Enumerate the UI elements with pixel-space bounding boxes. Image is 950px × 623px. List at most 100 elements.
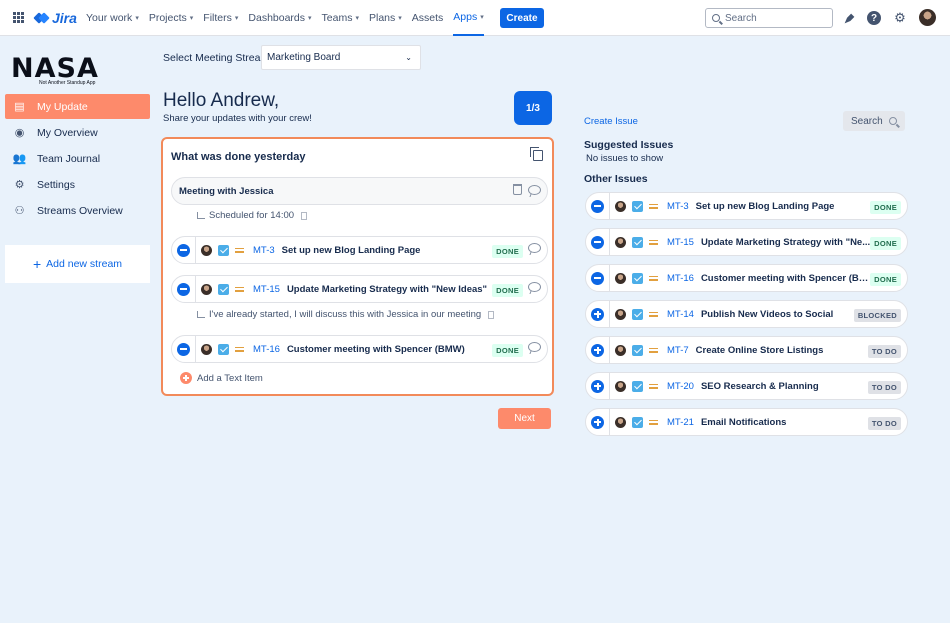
comment-icon[interactable] xyxy=(528,184,541,195)
issue-key[interactable]: MT-15 xyxy=(253,284,280,295)
remove-issue-icon[interactable] xyxy=(591,199,604,213)
chevron-down-icon: ▾ xyxy=(480,14,484,21)
copy-icon[interactable] xyxy=(530,147,543,161)
priority-medium-icon xyxy=(649,310,658,319)
issue-key[interactable]: MT-21 xyxy=(667,417,694,428)
priority-medium-icon xyxy=(649,202,658,211)
issue-row[interactable]: MT-15 Update Marketing Strategy with "New… xyxy=(171,275,548,303)
status-badge: BLOCKED xyxy=(853,309,901,322)
row-divider xyxy=(609,372,610,400)
nav-item-teams[interactable]: Teams ▾ xyxy=(322,0,359,36)
status-badge: DONE xyxy=(492,284,523,297)
sidebar-item-team-journal[interactable]: 👥 Team Journal xyxy=(5,146,150,171)
issue-row[interactable]: MT-20 SEO Research & Planning TO DO xyxy=(585,372,908,400)
row-actions xyxy=(528,282,541,292)
issue-key[interactable]: MT-15 xyxy=(667,237,694,248)
card-title: What was done yesterday xyxy=(171,151,306,163)
sidebar-item-settings[interactable]: ⚙ Settings xyxy=(5,172,150,197)
sidebar-item-streams-overview[interactable]: ⚇ Streams Overview xyxy=(5,198,150,223)
comment-icon[interactable] xyxy=(528,243,541,253)
issue-row[interactable]: MT-14 Publish New Videos to Social BLOCKED xyxy=(585,300,908,328)
issue-key[interactable]: MT-16 xyxy=(253,344,280,355)
remove-issue-icon[interactable] xyxy=(177,282,190,296)
chevron-down-icon: ⌄ xyxy=(405,53,412,62)
hierarchy-icon: ⚇ xyxy=(14,205,25,217)
issue-note: I've already started, I will discuss thi… xyxy=(197,309,495,320)
issue-row[interactable]: MT-15 Update Marketing Strategy with "Ne.… xyxy=(585,228,908,256)
chevron-down-icon: ▾ xyxy=(189,15,194,22)
nav-item-projects[interactable]: Projects ▾ xyxy=(149,0,193,36)
issue-key[interactable]: MT-20 xyxy=(667,381,694,392)
issue-key[interactable]: MT-3 xyxy=(253,245,275,256)
remove-issue-icon[interactable] xyxy=(177,342,190,356)
trash-icon[interactable] xyxy=(301,211,308,220)
notifications-icon[interactable] xyxy=(842,11,856,25)
sidebar-item-my-update[interactable]: ▤ My Update xyxy=(5,94,150,119)
remove-issue-icon[interactable] xyxy=(591,271,604,285)
add-text-item-button[interactable]: Add a Text Item xyxy=(180,372,263,384)
priority-medium-icon xyxy=(649,346,658,355)
issue-summary: Update Marketing Strategy with "New Idea… xyxy=(286,283,488,295)
add-issue-icon[interactable] xyxy=(591,343,604,357)
next-button[interactable]: Next xyxy=(498,408,551,429)
add-issue-icon[interactable] xyxy=(591,415,604,429)
nav-item-filters[interactable]: Filters ▾ xyxy=(203,0,238,36)
issue-key[interactable]: MT-7 xyxy=(667,345,689,356)
gear-icon: ⚙ xyxy=(14,179,25,191)
text-item-row[interactable]: Meeting with Jessica xyxy=(171,177,548,205)
issue-key[interactable]: MT-14 xyxy=(667,309,694,320)
priority-medium-icon xyxy=(649,382,658,391)
global-search-input[interactable]: Search xyxy=(705,8,833,28)
nav-item-dashboards[interactable]: Dashboards ▾ xyxy=(248,0,311,36)
issue-key[interactable]: MT-16 xyxy=(667,273,694,284)
user-avatar[interactable] xyxy=(919,9,936,26)
nav-item-your-work[interactable]: Your work ▾ xyxy=(86,0,139,36)
suggested-empty-text: No issues to show xyxy=(586,153,664,164)
remove-issue-icon[interactable] xyxy=(177,243,190,257)
add-issue-icon[interactable] xyxy=(591,307,604,321)
note-text: I've already started, I will discuss thi… xyxy=(209,309,482,320)
reply-arrow-icon xyxy=(197,212,205,219)
nav-item-label: Projects xyxy=(148,12,187,24)
issue-row[interactable]: MT-3 Set up new Blog Landing Page DONE xyxy=(585,192,908,220)
comment-icon[interactable] xyxy=(528,342,541,352)
logo-text: NASA xyxy=(11,53,99,84)
trash-icon[interactable] xyxy=(513,184,522,195)
comment-icon[interactable] xyxy=(528,282,541,292)
nav-item-assets[interactable]: Assets xyxy=(412,0,444,36)
issue-row[interactable]: MT-16 Customer meeting with Spencer (BMW)… xyxy=(585,264,908,292)
add-new-stream-button[interactable]: + Add new stream xyxy=(5,245,150,283)
meeting-stream-select[interactable]: Marketing Board ⌄ xyxy=(261,45,421,70)
app-switcher-icon[interactable] xyxy=(13,12,24,23)
nav-item-plans[interactable]: Plans ▾ xyxy=(369,0,402,36)
remove-issue-icon[interactable] xyxy=(591,235,604,249)
issue-row[interactable]: MT-21 Email Notifications TO DO xyxy=(585,408,908,436)
issue-search-button[interactable]: Search xyxy=(843,111,905,131)
row-actions xyxy=(528,342,541,352)
note-text: Scheduled for 14:00 xyxy=(209,210,295,221)
priority-medium-icon xyxy=(235,345,244,354)
settings-gear-icon[interactable]: ⚙ xyxy=(893,10,907,25)
nav-item-apps[interactable]: Apps ▾ xyxy=(453,0,484,36)
trash-icon[interactable] xyxy=(488,310,495,319)
create-button[interactable]: Create xyxy=(500,8,544,28)
sidebar-item-my-overview[interactable]: ◉ My Overview xyxy=(5,120,150,145)
issue-key[interactable]: MT-3 xyxy=(667,201,689,212)
help-icon[interactable]: ? xyxy=(867,11,881,25)
issue-row[interactable]: MT-3 Set up new Blog Landing Page DONE xyxy=(171,236,548,264)
priority-medium-icon xyxy=(235,285,244,294)
nav-item-label: Plans xyxy=(368,12,396,24)
chevron-down-icon: ▾ xyxy=(135,15,139,22)
assignee-avatar xyxy=(201,343,212,355)
issue-summary: Customer meeting with Spencer (BMW) xyxy=(700,272,871,284)
task-type-icon xyxy=(632,344,643,356)
issue-row[interactable]: MT-7 Create Online Store Listings TO DO xyxy=(585,336,908,364)
nav-item-label: Assets xyxy=(411,12,444,24)
create-issue-link[interactable]: Create Issue xyxy=(584,116,638,127)
reply-arrow-icon xyxy=(197,311,205,318)
add-issue-icon[interactable] xyxy=(591,379,604,393)
nav-item-label: Apps xyxy=(453,11,478,23)
issue-row[interactable]: MT-16 Customer meeting with Spencer (BMW)… xyxy=(171,335,548,363)
jira-logo[interactable]: Jira xyxy=(33,10,77,26)
priority-medium-icon xyxy=(649,238,658,247)
